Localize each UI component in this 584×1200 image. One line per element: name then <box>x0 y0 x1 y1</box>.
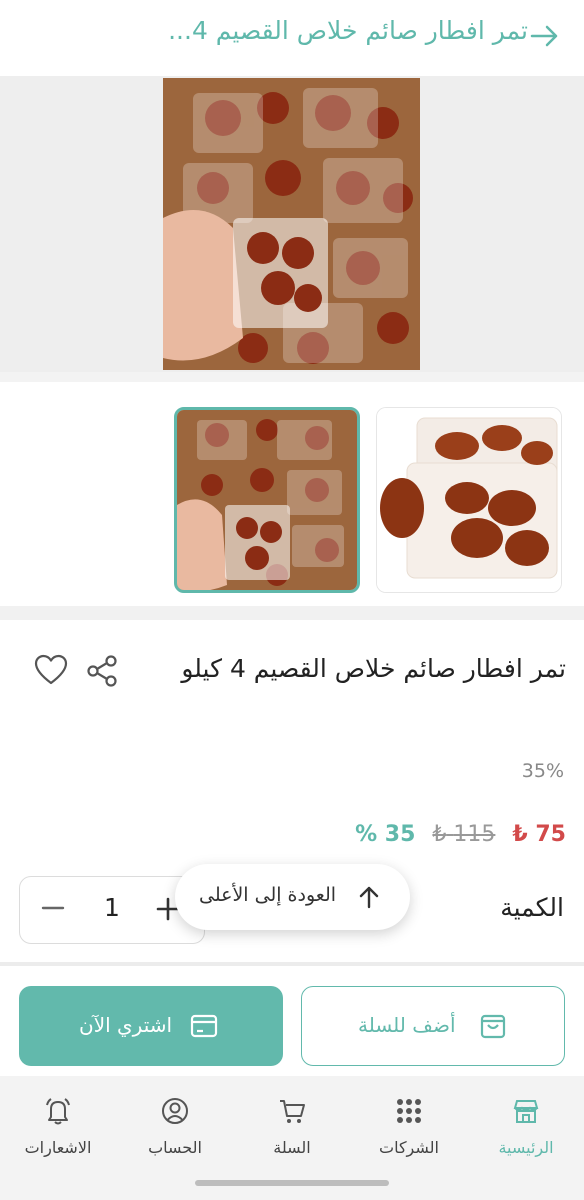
tab-cart[interactable]: السلة <box>237 1096 347 1157</box>
price-row: 75 ₺ 115 ₺ 35 % <box>355 822 566 847</box>
quantity-label: الكمية <box>500 893 564 922</box>
tab-companies[interactable]: الشركات <box>354 1096 464 1157</box>
shopping-bag-icon <box>480 1014 506 1039</box>
thumbnail-strip <box>0 382 584 606</box>
thumbnail[interactable] <box>376 407 562 593</box>
add-to-cart-button[interactable]: أضف للسلة <box>301 986 565 1066</box>
tab-home[interactable]: الرئيسية <box>471 1096 581 1157</box>
share-icon[interactable] <box>85 654 119 688</box>
tab-notifications[interactable]: الاشعارات <box>3 1096 113 1157</box>
tab-label: السلة <box>273 1138 311 1157</box>
price-new: 75 ₺ <box>512 822 566 847</box>
tab-label: الاشعارات <box>24 1138 92 1157</box>
tab-label: الشركات <box>379 1138 439 1157</box>
user-icon <box>162 1098 188 1124</box>
tab-label: الرئيسية <box>498 1138 554 1157</box>
add-to-cart-label: أضف للسلة <box>358 1013 456 1037</box>
top-bar: تمر افطار صائم خلاص القصيم 4... <box>0 0 584 76</box>
quantity-value: 1 <box>104 893 120 922</box>
discount-percent: 35% <box>521 760 564 782</box>
grid-icon <box>397 1099 421 1123</box>
back-to-top-label: العودة إلى الأعلى <box>199 884 337 906</box>
tab-label: الحساب <box>148 1138 202 1157</box>
thumbnail-selected[interactable] <box>174 407 360 593</box>
arrow-right-icon[interactable] <box>526 18 562 54</box>
buy-now-label: اشتري الآن <box>79 1013 173 1037</box>
cart-icon <box>280 1100 305 1123</box>
product-name: تمر افطار صائم خلاص القصيم 4 كيلو <box>181 654 566 683</box>
card-icon <box>190 1014 218 1038</box>
bell-icon <box>46 1098 70 1125</box>
back-to-top-button[interactable]: العودة إلى الأعلى <box>175 864 410 930</box>
page-title: تمر افطار صائم خلاص القصيم 4... <box>168 16 528 45</box>
section-divider <box>0 372 584 382</box>
section-divider <box>0 962 584 966</box>
arrow-up-icon <box>359 886 379 909</box>
tab-account[interactable]: الحساب <box>120 1096 230 1157</box>
buy-now-button[interactable]: اشتري الآن <box>19 986 283 1066</box>
product-main-image[interactable] <box>163 78 420 370</box>
store-icon <box>513 1100 539 1123</box>
home-indicator <box>195 1180 389 1186</box>
section-divider <box>0 606 584 620</box>
discount-label: 35 % <box>355 822 416 847</box>
price-old: 115 ₺ <box>432 822 496 847</box>
minus-icon[interactable] <box>40 893 66 923</box>
heart-icon[interactable] <box>34 654 68 686</box>
